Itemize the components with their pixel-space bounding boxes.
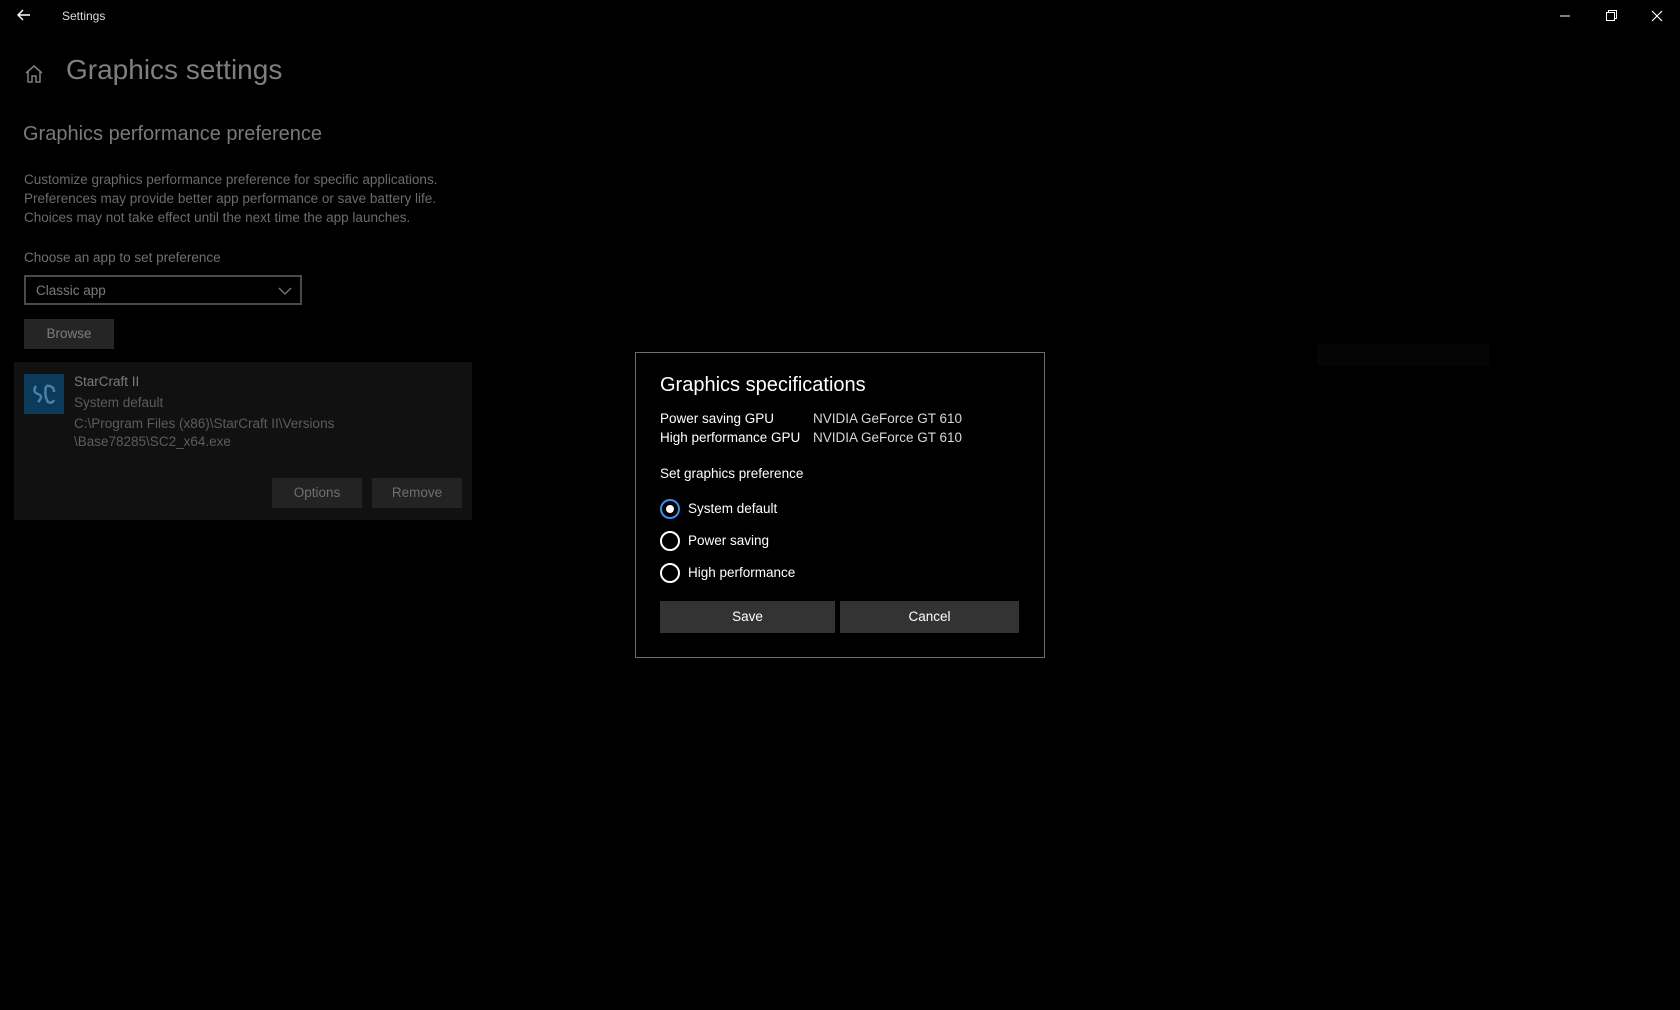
graphics-specifications-dialog: Graphics specifications Power saving GPU… — [635, 352, 1045, 658]
radio-label: Power saving — [688, 533, 770, 548]
radio-button[interactable] — [660, 531, 680, 551]
app-type-value: Classic app — [36, 283, 106, 298]
options-button-label: Options — [293, 485, 341, 500]
set-preference-label: Set graphics preference — [660, 466, 804, 481]
radio-power-saving[interactable]: Power saving — [660, 529, 880, 553]
options-button[interactable]: Options — [272, 478, 362, 508]
app-path-line: \Base78285\SC2_x64.exe — [74, 434, 231, 449]
chevron-down-icon — [278, 284, 292, 296]
browse-button-label: Browse — [46, 326, 92, 341]
app-path-line: C:\Program Files (x86)\StarCraft II\Vers… — [74, 416, 335, 431]
app-list-item[interactable]: StarCraft II System default C:\Program F… — [14, 362, 472, 520]
high-performance-gpu-value: NVIDIA GeForce GT 610 — [813, 430, 963, 445]
cancel-button-label: Cancel — [908, 609, 951, 624]
app-preference: System default — [74, 395, 164, 410]
radio-button[interactable] — [660, 563, 680, 583]
starcraft-app-icon — [24, 374, 64, 414]
page-title: Graphics settings — [66, 54, 283, 85]
home-icon[interactable] — [22, 62, 46, 86]
settings-window: Settings Graphics settings Graphics perf… — [0, 0, 1680, 1010]
power-saving-gpu-label: Power saving GPU — [660, 411, 775, 426]
radio-high-performance[interactable]: High performance — [660, 561, 880, 585]
radio-label: High performance — [688, 565, 796, 580]
remove-button[interactable]: Remove — [372, 478, 462, 508]
app-type-select[interactable]: Classic app — [24, 275, 302, 305]
app-name: StarCraft II — [74, 374, 140, 389]
dialog-title: Graphics specifications — [660, 374, 866, 396]
radio-system-default[interactable]: System default — [660, 497, 880, 521]
save-button[interactable]: Save — [660, 601, 835, 633]
description: Customize graphics performance preferenc… — [24, 170, 464, 227]
save-button-label: Save — [732, 609, 763, 624]
remove-button-label: Remove — [391, 485, 443, 500]
high-performance-gpu-label: High performance GPU — [660, 430, 801, 445]
description-line: Customize graphics performance preferenc… — [24, 172, 438, 187]
faded-element — [1317, 344, 1489, 366]
radio-label: System default — [688, 501, 778, 516]
browse-button[interactable]: Browse — [24, 319, 114, 349]
choose-app-label: Choose an app to set preference — [24, 250, 221, 265]
cancel-button[interactable]: Cancel — [840, 601, 1019, 633]
description-line: Choices may not take effect until the ne… — [24, 210, 411, 225]
description-line: Preferences may provide better app perfo… — [24, 191, 436, 206]
power-saving-gpu-value: NVIDIA GeForce GT 610 — [813, 411, 963, 426]
section-title: Graphics performance preference — [23, 123, 323, 145]
app-path: C:\Program Files (x86)\StarCraft II\Vers… — [74, 415, 334, 451]
radio-button-checked[interactable] — [660, 499, 680, 519]
